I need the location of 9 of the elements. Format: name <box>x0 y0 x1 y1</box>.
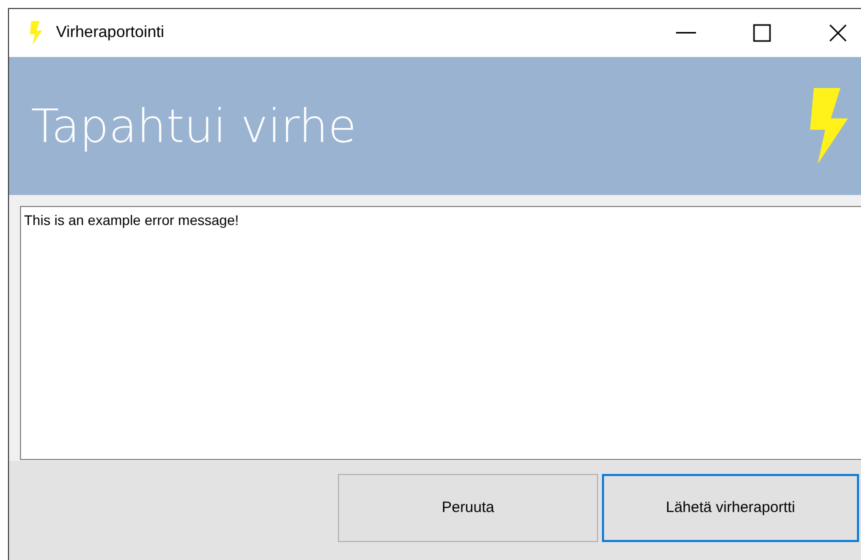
header-title: Tapahtui virhe <box>31 98 356 154</box>
lightning-icon <box>28 21 44 45</box>
message-field[interactable]: This is an example error message! <box>20 206 861 460</box>
dialog-button[interactable]: Lähetä virheraportti <box>602 474 859 542</box>
minimize-icon <box>676 32 696 34</box>
maximize-icon <box>753 24 771 42</box>
close-icon <box>829 24 847 42</box>
window-title: Virheraportointi <box>56 23 164 43</box>
dialog-button[interactable]: Peruuta <box>338 474 598 542</box>
